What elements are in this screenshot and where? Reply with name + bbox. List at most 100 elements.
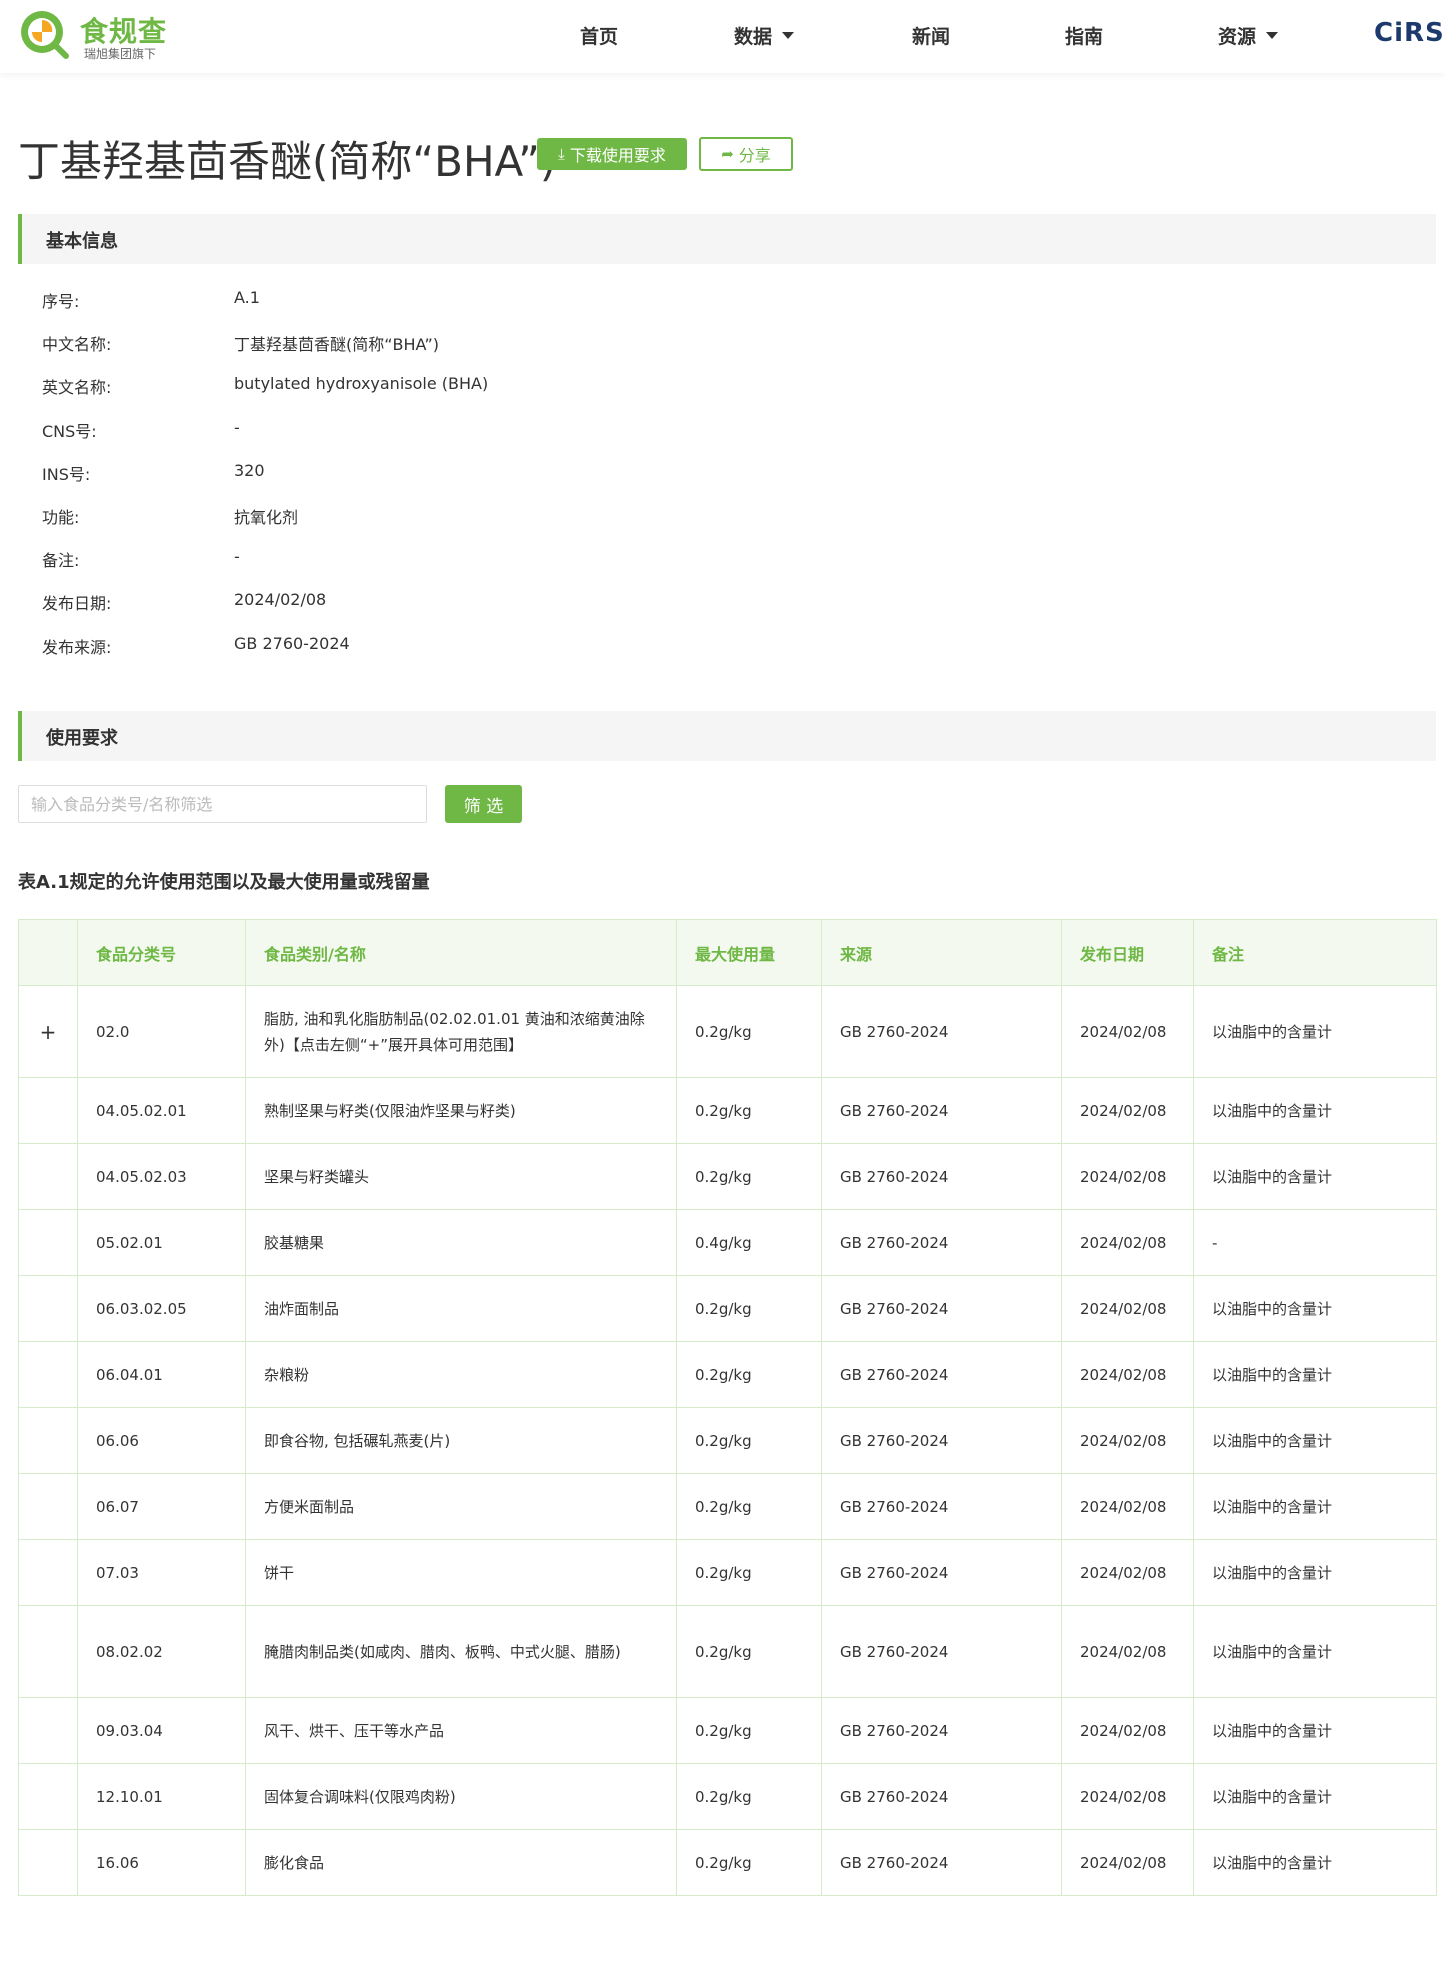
cell-date: 2024/02/08 — [1061, 1539, 1194, 1606]
col-source[interactable]: 来源 — [821, 919, 1062, 986]
nav-resources[interactable]: 资源 — [1218, 22, 1279, 49]
col-code[interactable]: 食品分类号 — [77, 919, 246, 986]
expand-row-icon[interactable]: + — [18, 985, 78, 1078]
table-row[interactable]: 04.05.02.03 坚果与籽类罐头 0.2g/kg GB 2760-2024 202… — [18, 1143, 1437, 1210]
usage-table: 食品分类号 食品类别/名称 最大使用量 来源 发布日期 备注 +02.0 脂肪, … — [18, 919, 1437, 1896]
download-button[interactable]: ⤓ 下载使用要求 — [537, 138, 687, 170]
cell-max: 0.2g/kg — [676, 1829, 822, 1896]
col-expand — [18, 919, 78, 986]
row-expander-cell — [18, 1539, 78, 1606]
cell-source: GB 2760-2024 — [821, 1697, 1062, 1764]
cell-name: 腌腊肉制品类(如咸肉、腊肉、板鸭、中式火腿、腊肠) — [245, 1605, 677, 1698]
top-header: 食规查 瑞旭集团旗下 首页 数据 新闻 指南 资源 CiRS — [0, 0, 1444, 73]
cell-date: 2024/02/08 — [1061, 1697, 1194, 1764]
table-row[interactable]: 05.02.01 胶基糖果 0.4g/kg GB 2760-2024 2024/02/0… — [18, 1209, 1437, 1276]
basic-info-heading: 基本信息 — [18, 214, 1436, 264]
cell-code: 08.02.02 — [77, 1605, 246, 1698]
cell-date: 2024/02/08 — [1061, 1763, 1194, 1830]
info-label: 备注: — [42, 551, 80, 571]
cell-max: 0.2g/kg — [676, 1763, 822, 1830]
nav-news-label: 新闻 — [912, 26, 951, 48]
table-row[interactable]: 12.10.01 固体复合调味料(仅限鸡肉粉) 0.2g/kg GB 2760-202… — [18, 1763, 1437, 1830]
table-row[interactable]: 08.02.02 腌腊肉制品类(如咸肉、腊肉、板鸭、中式火腿、腊肠) 0.2g/kg… — [18, 1605, 1437, 1698]
cell-max: 0.2g/kg — [676, 1539, 822, 1606]
row-expander-cell — [18, 1209, 78, 1276]
cell-note: 以油脂中的含量计 — [1193, 1407, 1437, 1474]
row-expander-cell — [18, 1341, 78, 1408]
info-value: GB 2760-2024 — [234, 633, 350, 653]
nav-news[interactable]: 新闻 — [912, 22, 950, 49]
cell-note: 以油脂中的含量计 — [1193, 1077, 1437, 1144]
row-expander-cell — [18, 1605, 78, 1698]
col-date[interactable]: 发布日期 — [1061, 919, 1194, 986]
nav-home[interactable]: 首页 — [580, 22, 618, 49]
cell-code: 12.10.01 — [77, 1763, 246, 1830]
row-expander-cell — [18, 1763, 78, 1830]
share-icon: ➦ — [721, 145, 734, 163]
cell-note: - — [1193, 1209, 1437, 1276]
cell-source: GB 2760-2024 — [821, 1077, 1062, 1144]
table-row[interactable]: 04.05.02.01 熟制坚果与籽类(仅限油炸坚果与籽类) 0.2g/kg GB 2… — [18, 1077, 1437, 1144]
cell-code: 06.07 — [77, 1473, 246, 1540]
table-row[interactable]: +02.0 脂肪, 油和乳化脂肪制品(02.02.01.01 黄油和浓缩黄油除外)… — [18, 985, 1437, 1078]
filter-button[interactable]: 筛 选 — [445, 785, 522, 823]
table-row[interactable]: 09.03.04 风干、烘干、压干等水产品 0.2g/kg GB 2760-2024 2… — [18, 1697, 1437, 1764]
nav-data[interactable]: 数据 — [734, 22, 795, 49]
info-value: 320 — [234, 460, 265, 480]
cell-source: GB 2760-2024 — [821, 1143, 1062, 1210]
cell-name: 熟制坚果与籽类(仅限油炸坚果与籽类) — [245, 1077, 677, 1144]
cell-max: 0.4g/kg — [676, 1209, 822, 1276]
cell-note: 以油脂中的含量计 — [1193, 1697, 1437, 1764]
table-row[interactable]: 06.07 方便米面制品 0.2g/kg GB 2760-2024 2024/02/08… — [18, 1473, 1437, 1540]
cell-source: GB 2760-2024 — [821, 1341, 1062, 1408]
usage-heading-text: 使用要求 — [46, 728, 118, 749]
row-expander-cell — [18, 1143, 78, 1210]
cell-max: 0.2g/kg — [676, 1077, 822, 1144]
cell-date: 2024/02/08 — [1061, 1077, 1194, 1144]
col-note[interactable]: 备注 — [1193, 919, 1437, 986]
cell-name: 杂粮粉 — [245, 1341, 677, 1408]
partner-logo[interactable]: CiRS — [1374, 18, 1444, 48]
nav-guide[interactable]: 指南 — [1065, 22, 1103, 49]
table-row[interactable]: 06.06 即食谷物, 包括碾轧燕麦(片) 0.2g/kg GB 2760-2024 2… — [18, 1407, 1437, 1474]
row-expander-cell — [18, 1829, 78, 1896]
filter-input[interactable] — [18, 785, 427, 823]
cell-date: 2024/02/08 — [1061, 1143, 1194, 1210]
cell-source: GB 2760-2024 — [821, 1209, 1062, 1276]
col-max[interactable]: 最大使用量 — [676, 919, 822, 986]
cell-code: 07.03 — [77, 1539, 246, 1606]
cell-code: 16.06 — [77, 1829, 246, 1896]
usage-heading: 使用要求 — [18, 711, 1436, 761]
cell-date: 2024/02/08 — [1061, 985, 1194, 1078]
cell-max: 0.2g/kg — [676, 1697, 822, 1764]
cell-note: 以油脂中的含量计 — [1193, 1605, 1437, 1698]
info-value: - — [234, 417, 240, 437]
table-row[interactable]: 06.04.01 杂粮粉 0.2g/kg GB 2760-2024 2024/02/08… — [18, 1341, 1437, 1408]
table-row[interactable]: 07.03 饼干 0.2g/kg GB 2760-2024 2024/02/08 以油脂中… — [18, 1539, 1437, 1606]
cell-max: 0.2g/kg — [676, 1143, 822, 1210]
cell-date: 2024/02/08 — [1061, 1209, 1194, 1276]
cell-max: 0.2g/kg — [676, 985, 822, 1078]
table-row[interactable]: 06.03.02.05 油炸面制品 0.2g/kg GB 2760-2024 2024/… — [18, 1275, 1437, 1342]
share-label: 分享 — [738, 146, 771, 165]
cell-name: 饼干 — [245, 1539, 677, 1606]
cell-name: 胶基糖果 — [245, 1209, 677, 1276]
info-label: 英文名称: — [42, 378, 112, 398]
cell-source: GB 2760-2024 — [821, 1473, 1062, 1540]
nav-data-label: 数据 — [734, 26, 773, 48]
table-row[interactable]: 16.06 膨化食品 0.2g/kg GB 2760-2024 2024/02/08 以油… — [18, 1829, 1437, 1896]
cell-code: 06.06 — [77, 1407, 246, 1474]
info-value: 2024/02/08 — [234, 590, 327, 610]
row-expander-cell — [18, 1077, 78, 1144]
cell-name: 即食谷物, 包括碾轧燕麦(片) — [245, 1407, 677, 1474]
cell-date: 2024/02/08 — [1061, 1473, 1194, 1540]
cell-source: GB 2760-2024 — [821, 1605, 1062, 1698]
main-nav: 首页 数据 新闻 指南 资源 — [0, 0, 1444, 73]
cell-note: 以油脂中的含量计 — [1193, 1539, 1437, 1606]
cell-source: GB 2760-2024 — [821, 1829, 1062, 1896]
col-name[interactable]: 食品类别/名称 — [245, 919, 677, 986]
cell-note: 以油脂中的含量计 — [1193, 1143, 1437, 1210]
share-button[interactable]: ➦ 分享 — [699, 137, 793, 171]
cell-name: 坚果与籽类罐头 — [245, 1143, 677, 1210]
chevron-down-icon — [1266, 32, 1279, 39]
